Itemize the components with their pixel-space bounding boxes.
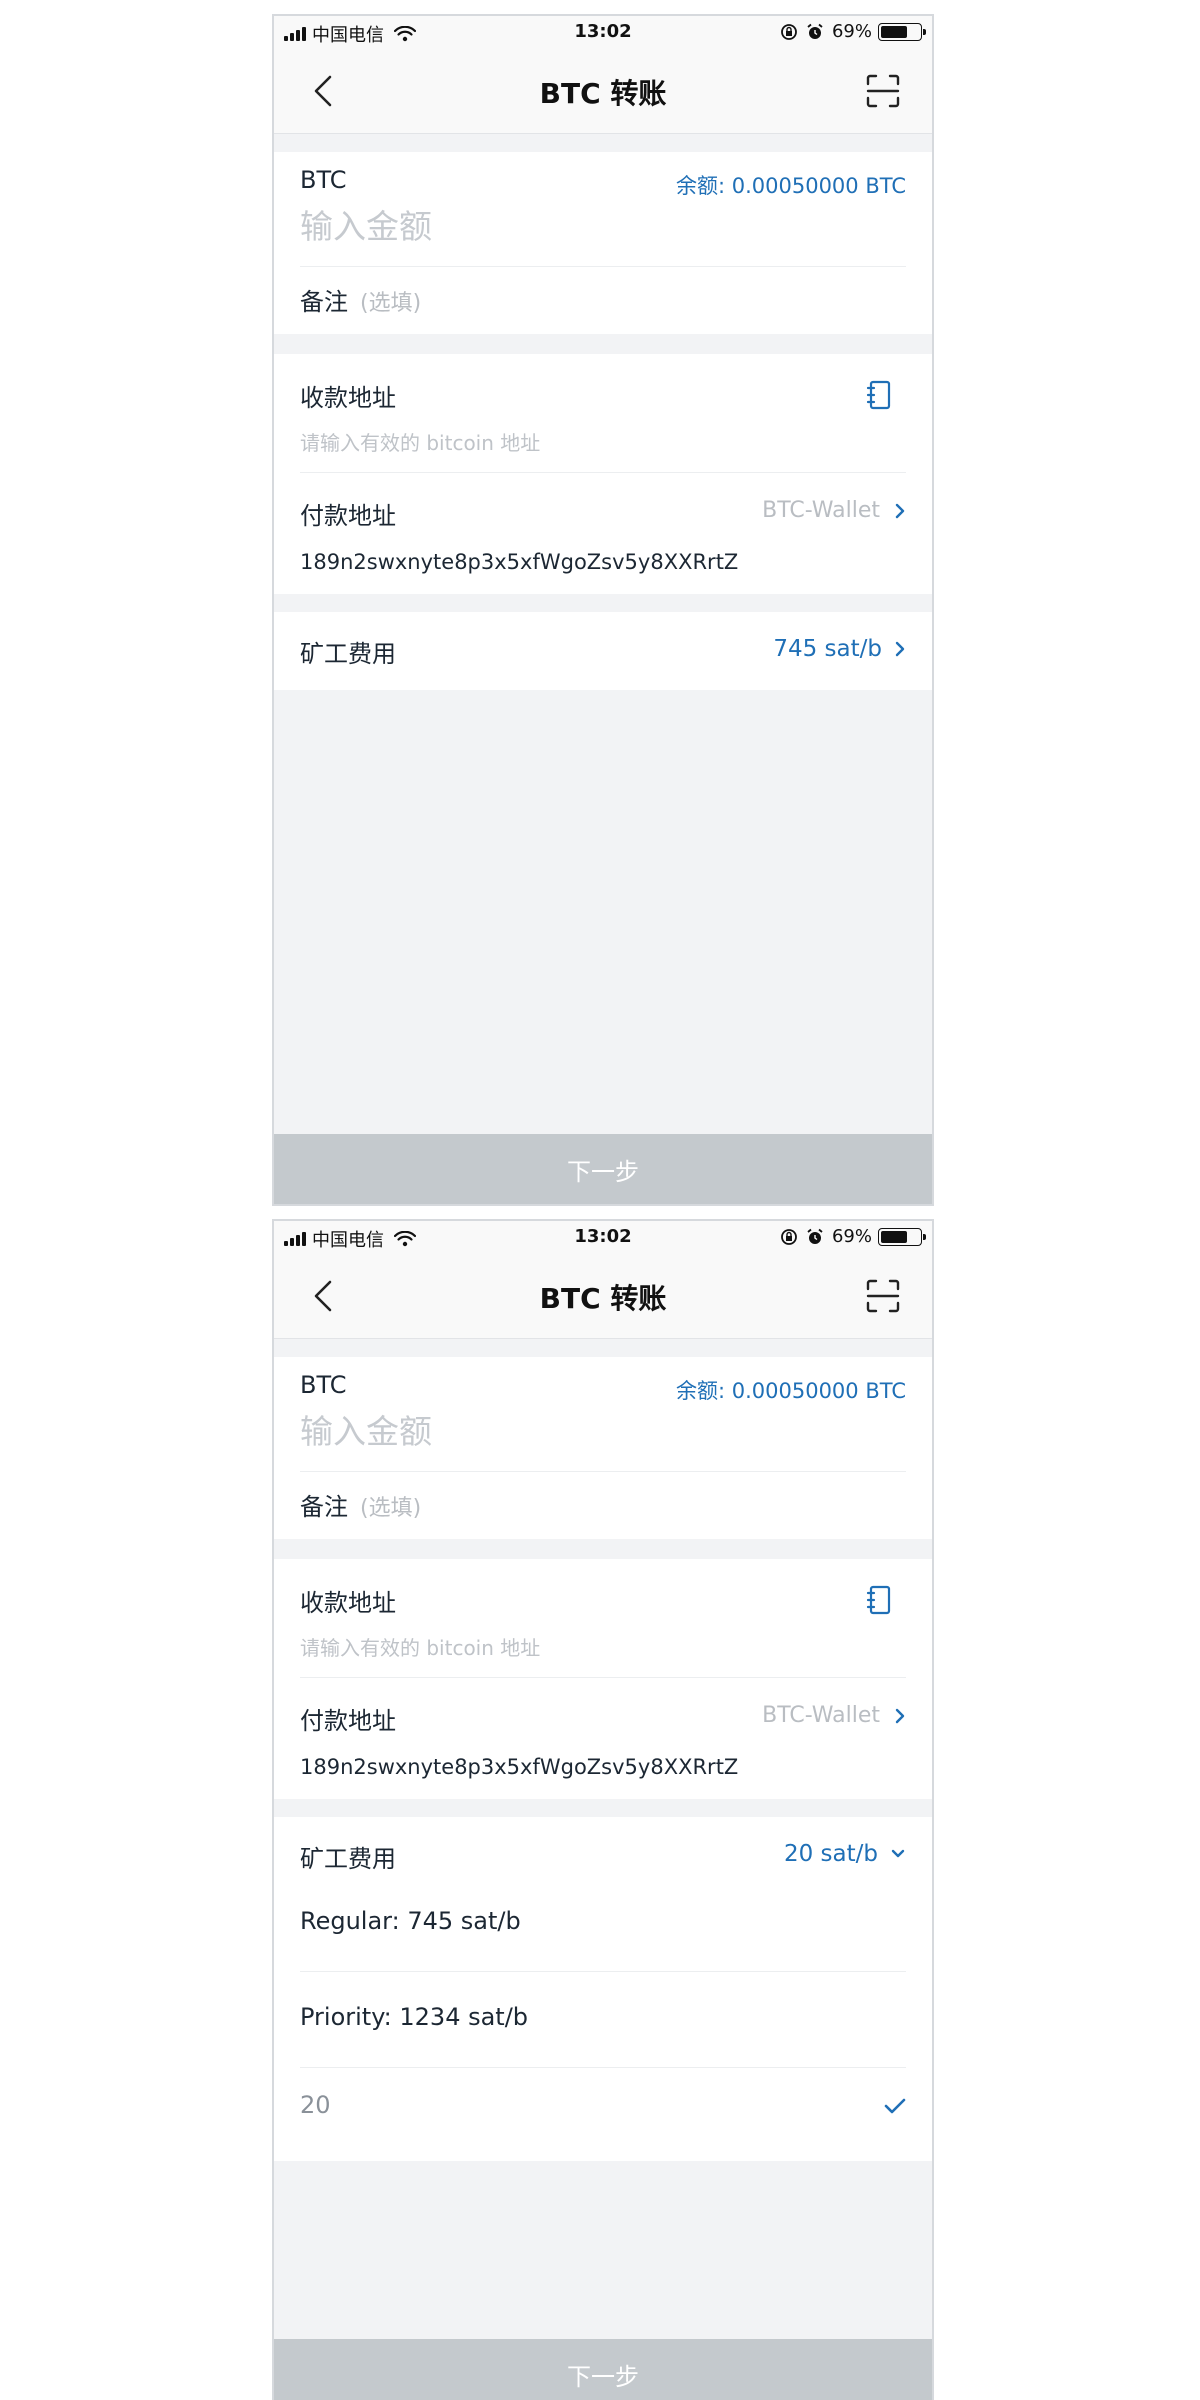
fee-value-text: 745 sat/b [773, 636, 882, 662]
nav-bar: BTC 转账 [274, 48, 932, 134]
coin-label: BTC [300, 1371, 347, 1399]
miner-fee-value[interactable]: 20 sat/b [784, 1841, 906, 1867]
fee-value-text: 20 sat/b [783, 1841, 878, 1867]
fee-option-label: 20 [300, 2091, 331, 2119]
divider [300, 472, 906, 473]
note-label[interactable]: 备注 [300, 1487, 348, 1522]
wallet-selector[interactable]: BTC-Wallet [762, 1703, 906, 1728]
battery-icon [878, 1227, 926, 1246]
pay-address-label: 付款地址 [300, 502, 396, 530]
miner-fee-card[interactable]: 矿工费用 745 sat/b [274, 612, 932, 690]
divider [300, 1471, 906, 1472]
phone-screen-collapsed: 中国电信 13:02 69% BTC 转账 BTC 余额: 0.00050000… [272, 14, 934, 1206]
miner-fee-value[interactable]: 745 sat/b [773, 636, 906, 662]
amount-input[interactable] [300, 1409, 700, 1453]
balance-text: 余额: 0.00050000 BTC [675, 174, 906, 198]
fee-option-label: Regular: 745 sat/b [300, 1907, 521, 1935]
battery-percent: 69% [831, 1226, 872, 1247]
amount-input[interactable] [300, 204, 700, 248]
fee-option-label: Priority: 1234 sat/b [300, 2003, 529, 2031]
divider [300, 266, 906, 267]
fee-option-regular[interactable]: Regular: 745 sat/b [274, 1877, 932, 1971]
checkmark-icon [884, 2098, 906, 2114]
chevron-down-icon [891, 1849, 905, 1858]
scan-icon[interactable] [866, 74, 900, 108]
wallet-name: BTC-Wallet [762, 1703, 880, 1728]
miner-fee-label: 矿工费用 [300, 640, 396, 668]
receive-address-label: 收款地址 [300, 384, 396, 412]
address-book-icon[interactable] [866, 1585, 892, 1615]
wallet-selector[interactable]: BTC-Wallet [762, 498, 906, 523]
note-hint[interactable]: (选填) [360, 1490, 421, 1522]
page-title: BTC 转账 [539, 1282, 667, 1315]
amount-card: BTC 余额: 0.00050000 BTC 备注 (选填) [274, 152, 932, 334]
balance-text: 余额: 0.00050000 BTC [675, 1379, 906, 1403]
receive-address-label: 收款地址 [300, 1589, 396, 1617]
nav-bar: BTC 转账 [274, 1253, 932, 1339]
phone-screen-expanded: 中国电信 13:02 69% BTC 转账 BTC 余额: 0.00050000… [272, 1219, 934, 2400]
receive-address-input[interactable] [300, 428, 860, 458]
scan-icon[interactable] [866, 1279, 900, 1313]
alarm-icon [807, 1228, 823, 1244]
miner-fee-card: 矿工费用 20 sat/b Regular: 745 sat/b Priorit… [274, 1817, 932, 2161]
fee-option-custom[interactable]: 20 [274, 2061, 932, 2155]
pay-address-value: 189n2swxnyte8p3x5xfWgoZsv5y8XXRrtZ [300, 1755, 739, 1779]
divider [300, 1971, 906, 1972]
alarm-icon [807, 23, 823, 39]
rotation-lock-icon [781, 1228, 797, 1245]
address-card: 收款地址 付款地址 BTC-Wallet 189n2swxnyte8p3x5xf… [274, 1559, 932, 1799]
chevron-right-icon [895, 641, 905, 657]
status-bar: 中国电信 13:02 69% [274, 16, 932, 48]
note-hint[interactable]: (选填) [360, 285, 421, 317]
pay-address-label: 付款地址 [300, 1707, 396, 1735]
page-title: BTC 转账 [539, 77, 667, 110]
next-step-button[interactable]: 下一步 [274, 1134, 932, 1204]
fee-option-priority[interactable]: Priority: 1234 sat/b [274, 1973, 932, 2067]
address-book-icon[interactable] [866, 380, 892, 410]
battery-icon [878, 22, 926, 41]
status-bar: 中国电信 13:02 69% [274, 1221, 932, 1253]
miner-fee-label: 矿工费用 [300, 1845, 396, 1873]
chevron-right-icon [895, 1708, 905, 1723]
rotation-lock-icon [781, 23, 797, 40]
coin-label: BTC [300, 166, 347, 194]
chevron-right-icon [895, 503, 905, 518]
address-card: 收款地址 付款地址 BTC-Wallet 189n2swxnyte8p3x5xf… [274, 354, 932, 594]
pay-address-value: 189n2swxnyte8p3x5xfWgoZsv5y8XXRrtZ [300, 550, 739, 574]
divider [300, 1677, 906, 1678]
amount-card: BTC 余额: 0.00050000 BTC 备注 (选填) [274, 1357, 932, 1539]
wallet-name: BTC-Wallet [762, 498, 880, 523]
next-step-button[interactable]: 下一步 [274, 2339, 932, 2400]
battery-percent: 69% [831, 21, 872, 42]
note-label[interactable]: 备注 [300, 282, 348, 317]
receive-address-input[interactable] [300, 1633, 860, 1663]
